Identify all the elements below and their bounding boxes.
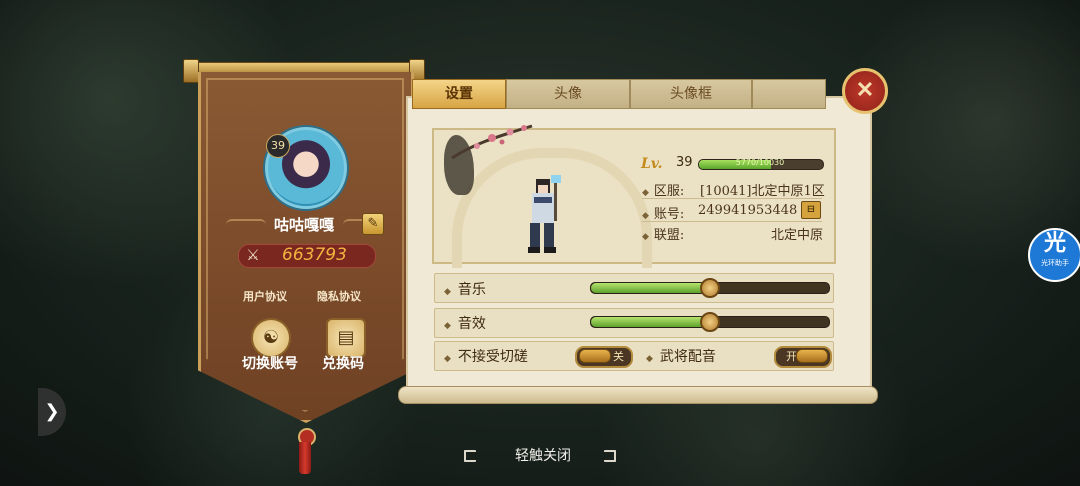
hint-bracket-right	[604, 450, 616, 462]
tassel	[299, 442, 311, 474]
tab-settings[interactable]: 设置	[412, 79, 506, 109]
close-button[interactable]: ✕	[842, 68, 888, 114]
divider	[642, 221, 822, 222]
scroll-icon[interactable]: ▤	[326, 318, 366, 358]
plum-blossom-illustration	[451, 124, 533, 160]
server-label: 区服:	[653, 184, 685, 199]
tab-bar: 设置 头像 头像框	[412, 79, 826, 109]
alliance-label: 联盟:	[653, 228, 685, 243]
level-label: Lv.	[641, 156, 663, 172]
scroll-roller	[398, 386, 878, 404]
edit-name-button[interactable]: ✎	[362, 213, 384, 235]
tab-avatar[interactable]: 头像	[506, 79, 630, 109]
sfx-slider-knob[interactable]	[700, 312, 720, 332]
sfx-label: ◆ 音效	[444, 316, 486, 332]
crossed-swords-icon: ⚔	[246, 246, 260, 264]
nickname: 咕咕嘎嘎	[273, 216, 334, 234]
alliance-row: ◆ 联盟:	[642, 228, 685, 243]
no-spar-toggle[interactable]: 关	[575, 346, 633, 368]
edit-icon: ✎	[367, 216, 379, 231]
switch-account-icon[interactable]: ☯	[251, 318, 291, 358]
server-row: ◆ 区服:	[642, 184, 685, 199]
privacy-agreement-link[interactable]: 隐私协议	[317, 288, 361, 304]
combat-power-value: 663793	[282, 245, 347, 265]
music-label: ◆ 音乐	[444, 282, 486, 298]
account-value: 249941953448	[698, 203, 798, 218]
voice-label: ◆ 武将配音	[646, 349, 716, 365]
player-level: 39	[676, 155, 693, 170]
redeem-code-button[interactable]: 兑换码	[322, 353, 364, 373]
server-value: [10041]北定中原1区	[700, 184, 825, 199]
assistant-label: 光环助手	[1041, 259, 1069, 267]
account-row: ◆ 账号:	[642, 207, 685, 222]
switch-account-button[interactable]: 切换账号	[242, 353, 298, 373]
account-label: 账号:	[653, 207, 685, 222]
divider	[642, 198, 822, 199]
tab-avatar-frame[interactable]: 头像框	[630, 79, 752, 109]
alliance-value: 北定中原	[771, 228, 824, 243]
close-icon: ✕	[855, 77, 875, 103]
tab-bar-filler	[752, 79, 826, 109]
exp-text: 5770/10030	[735, 158, 785, 167]
character-sprite	[528, 175, 561, 253]
no-spar-state: 关	[613, 350, 624, 363]
tap-to-close-hint[interactable]: 轻触关闭	[463, 446, 623, 466]
user-agreement-link[interactable]: 用户协议	[243, 288, 287, 304]
no-spar-label: ◆ 不接受切磋	[444, 349, 528, 365]
copy-account-button[interactable]: ⊟	[801, 201, 821, 219]
assistant-float-button[interactable]: 光 光环助手	[1028, 228, 1080, 282]
copy-icon: ⊟	[806, 204, 816, 215]
assistant-logo: 光	[1043, 231, 1066, 256]
music-slider-knob[interactable]	[700, 278, 720, 298]
chevron-right-icon: ❯	[44, 401, 60, 422]
voice-toggle[interactable]: 开	[774, 346, 832, 368]
avatar-level-badge: 39	[266, 134, 290, 158]
